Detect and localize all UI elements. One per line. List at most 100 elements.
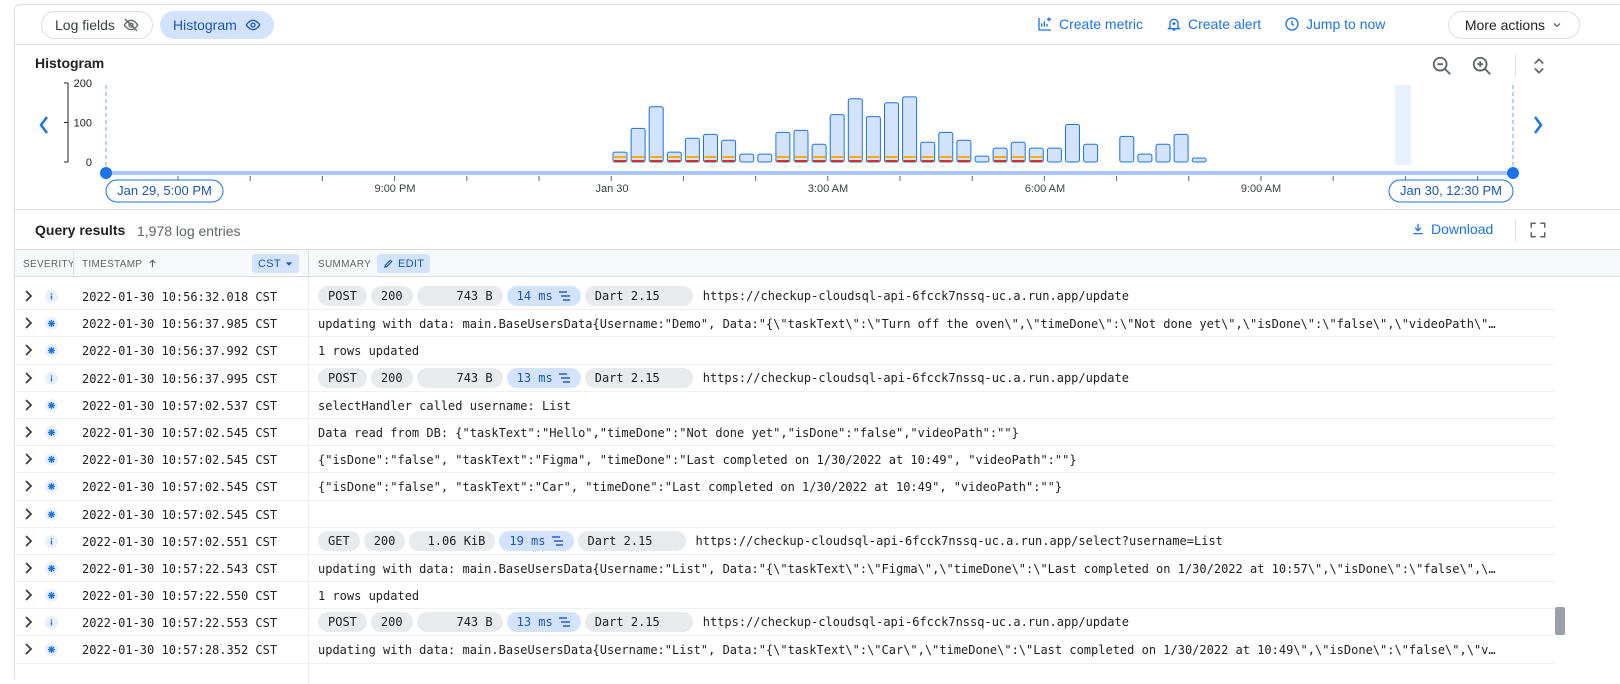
http-status-chip[interactable]: 200 (363, 530, 406, 551)
sort-ascending-icon[interactable] (147, 258, 158, 269)
log-timestamp: 2022-01-30 10:56:37.985 CST (82, 317, 278, 332)
range-start-handle[interactable] (100, 167, 112, 179)
create-alert-button[interactable]: Create alert (1166, 16, 1261, 32)
histogram-bar[interactable] (684, 137, 700, 163)
histogram-bar[interactable] (829, 114, 845, 163)
log-fields-toggle[interactable]: Log fields (41, 11, 153, 39)
histogram-bar[interactable] (739, 153, 755, 163)
histogram-bar[interactable] (847, 98, 863, 163)
latency-chip[interactable]: 13 ms (506, 612, 581, 633)
response-size-chip[interactable]: 1.06 KiB (409, 530, 496, 551)
expand-chevron-icon[interactable] (23, 588, 35, 602)
severity-debug-icon (45, 507, 58, 521)
previous-range-icon[interactable] (39, 116, 48, 134)
histogram-bar[interactable] (757, 153, 773, 163)
expand-chevron-icon[interactable] (23, 343, 35, 357)
http-status-chip[interactable]: 200 (370, 367, 413, 388)
histogram-bar[interactable] (1191, 157, 1207, 163)
histogram-bar[interactable] (1028, 147, 1044, 163)
http-method-chip[interactable]: POST (318, 286, 367, 306)
histogram-bar[interactable] (1065, 123, 1080, 163)
histogram-bar[interactable] (1119, 135, 1135, 163)
histogram-bar[interactable] (974, 155, 990, 163)
histogram-bar[interactable] (1083, 143, 1099, 163)
log-entry-row[interactable]: 2022-01-30 10:56:32.018 CST POST 200 743 B 1… (15, 283, 1555, 311)
latency-chip[interactable]: 13 ms (506, 367, 581, 388)
log-message: selectHandler called username: List (318, 398, 571, 413)
histogram-bar[interactable] (1155, 143, 1171, 163)
response-size-chip[interactable]: 743 B (416, 367, 503, 388)
next-range-icon[interactable] (1534, 116, 1543, 134)
histogram-toggle[interactable]: Histogram (160, 11, 274, 39)
histogram-bar[interactable] (865, 116, 881, 163)
expand-chevron-icon[interactable] (23, 371, 35, 385)
http-status-chip[interactable]: 200 (370, 286, 413, 306)
severity-column-header[interactable]: SEVERITY (23, 259, 75, 270)
log-entry-row[interactable]: 2022-01-30 10:57:02.545 CST {"isDone":"fa… (15, 446, 1555, 474)
response-size-chip[interactable]: 743 B (416, 612, 503, 633)
timestamp-column-header[interactable]: TIMESTAMP (82, 259, 142, 270)
request-url[interactable]: https://checkup-cloudsql-api-6fcck7nssq-… (703, 615, 1129, 629)
create-metric-button[interactable]: Create metric (1037, 16, 1143, 32)
request-url[interactable]: https://checkup-cloudsql-api-6fcck7nssq-… (703, 289, 1129, 303)
expand-chevron-icon[interactable] (23, 642, 35, 656)
range-end-handle[interactable] (1507, 167, 1519, 179)
expand-chevron-icon[interactable] (23, 507, 35, 521)
timezone-dropdown[interactable]: CST (252, 254, 299, 273)
user-agent-chip[interactable]: Dart 2.15 (584, 286, 693, 306)
log-entry-row[interactable]: 2022-01-30 10:57:22.543 CST updating with… (15, 555, 1555, 583)
response-size-chip[interactable]: 743 B (416, 286, 503, 306)
log-entry-row[interactable]: 2022-01-30 10:57:22.550 CST 1 rows update… (15, 582, 1555, 610)
log-entry-row[interactable]: 2022-01-30 10:57:22.553 CST POST 200 743 B 1… (15, 609, 1555, 637)
log-entry-row[interactable]: 2022-01-30 10:56:37.992 CST 1 rows update… (15, 337, 1555, 365)
expand-chevron-icon[interactable] (23, 534, 35, 548)
histogram-bar[interactable] (721, 139, 737, 163)
expand-chevron-icon[interactable] (23, 615, 35, 629)
expand-chevron-icon[interactable] (23, 289, 35, 303)
jump-to-now-button[interactable]: Jump to now (1284, 16, 1385, 32)
download-button[interactable]: Download (1411, 221, 1493, 237)
user-agent-chip[interactable]: Dart 2.15 (577, 530, 686, 551)
histogram-bar[interactable] (902, 96, 918, 163)
log-entry-row[interactable]: 2022-01-30 10:57:02.537 CST selectHandler… (15, 392, 1555, 419)
request-url[interactable]: https://checkup-cloudsql-api-6fcck7nssq-… (703, 371, 1129, 385)
histogram-bar[interactable] (1173, 133, 1189, 163)
request-url[interactable]: https://checkup-cloudsql-api-6fcck7nssq-… (696, 534, 1223, 548)
histogram-bar[interactable] (648, 106, 664, 163)
expand-chevron-icon[interactable] (23, 398, 35, 412)
expand-chevron-icon[interactable] (23, 561, 35, 575)
user-agent-chip[interactable]: Dart 2.15 (584, 367, 693, 388)
log-entry-row[interactable]: 2022-01-30 10:57:02.551 CST GET 200 1.06 Ki… (15, 528, 1555, 555)
log-entry-row[interactable]: 2022-01-30 10:57:02.545 CST Data read fro… (15, 419, 1555, 447)
histogram-bar[interactable] (811, 143, 827, 163)
histogram-bar[interactable] (884, 102, 899, 163)
more-actions-button[interactable]: More actions (1447, 11, 1580, 39)
expand-chevron-icon[interactable] (23, 479, 35, 493)
histogram-bar[interactable] (1137, 153, 1153, 163)
fullscreen-icon[interactable] (1529, 221, 1547, 239)
scrollbar-thumb[interactable] (1555, 607, 1565, 635)
histogram-severity-stripe (686, 160, 699, 162)
user-agent-chip[interactable]: Dart 2.15 (584, 612, 693, 633)
http-method-chip[interactable]: POST (318, 367, 367, 388)
log-entry-row[interactable]: 2022-01-30 10:57:02.545 CST {"isDone":"fa… (15, 473, 1555, 501)
expand-chevron-icon[interactable] (23, 452, 35, 466)
log-entry-row[interactable]: 2022-01-30 10:57:02.545 CST (15, 501, 1555, 528)
log-entry-row[interactable]: 2022-01-30 10:56:37.995 CST POST 200 743 B 1… (15, 365, 1555, 392)
histogram-bar[interactable] (956, 139, 972, 163)
expand-chevron-icon[interactable] (23, 425, 35, 439)
histogram-bar[interactable] (992, 147, 1008, 163)
latency-chip[interactable]: 14 ms (506, 286, 581, 306)
edit-summary-button[interactable]: EDIT (377, 254, 431, 273)
http-method-chip[interactable]: GET (318, 530, 360, 551)
expand-chevron-icon[interactable] (23, 316, 35, 330)
http-status-chip[interactable]: 200 (370, 612, 413, 633)
histogram-bar[interactable] (1010, 141, 1026, 163)
latency-chip[interactable]: 19 ms (499, 530, 574, 551)
histogram-bar[interactable] (920, 141, 936, 163)
http-method-chip[interactable]: POST (318, 612, 367, 633)
log-entry-row[interactable]: 2022-01-30 10:56:37.985 CST updating with… (15, 310, 1555, 338)
y-tick-label: 0 (86, 157, 92, 169)
histogram-bar[interactable] (1046, 147, 1062, 163)
log-entry-row[interactable]: 2022-01-30 10:57:28.352 CST updating with… (15, 636, 1555, 664)
